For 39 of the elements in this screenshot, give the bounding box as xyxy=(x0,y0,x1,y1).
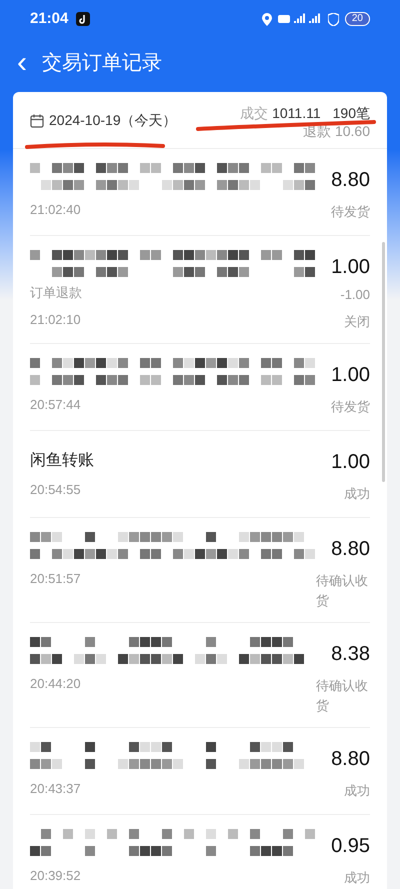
refund-amount: -1.00 xyxy=(340,286,370,304)
order-time: 20:54:55 xyxy=(30,481,82,499)
order-status: 待确认收货 xyxy=(316,572,369,610)
order-status: 待发货 xyxy=(331,203,370,221)
deal-total: 成交 1011.11 xyxy=(240,104,321,122)
music-app-icon xyxy=(76,12,90,26)
order-time: 21:02:10 xyxy=(30,310,82,328)
order-amount: 8.80 xyxy=(331,747,370,772)
date-label: 2024-10-19（今天） xyxy=(49,111,177,130)
signal-icon xyxy=(278,13,322,25)
order-time: 20:39:52 xyxy=(30,867,82,885)
order-amount: 8.80 xyxy=(331,168,370,193)
order-amount: 8.80 xyxy=(331,537,370,562)
order-status: 成功 xyxy=(344,869,370,887)
order-count: 190笔 xyxy=(332,104,370,122)
order-note: 订单退款 xyxy=(30,284,83,302)
order-time: 20:43:37 xyxy=(30,780,82,798)
order-status: 关闭 xyxy=(344,312,370,330)
order-amount: 1.00 xyxy=(331,363,370,388)
order-status: 成功 xyxy=(344,782,370,800)
status-time: 21:04 xyxy=(30,8,68,29)
battery-indicator: 20 xyxy=(344,12,370,26)
order-amount: 1.00 xyxy=(331,255,370,280)
page-title: 交易订单记录 xyxy=(42,51,162,76)
order-time: 20:57:44 xyxy=(30,396,82,414)
order-time: 20:51:57 xyxy=(30,570,82,588)
shield-icon xyxy=(328,12,339,26)
order-amount: 8.38 xyxy=(331,642,370,667)
calendar-icon xyxy=(30,114,44,128)
order-amount: 1.00 xyxy=(331,450,370,475)
order-status: 待确认收货 xyxy=(316,677,369,714)
order-status: 待发货 xyxy=(331,398,370,416)
order-amount: 0.95 xyxy=(331,834,370,859)
order-time: 20:44:20 xyxy=(30,675,82,693)
back-button[interactable]: ‹ xyxy=(12,48,32,78)
location-icon xyxy=(262,12,272,26)
order-status: 成功 xyxy=(344,485,370,503)
order-time: 21:02:40 xyxy=(30,201,82,219)
order-title: 闲鱼转账 xyxy=(30,451,94,471)
